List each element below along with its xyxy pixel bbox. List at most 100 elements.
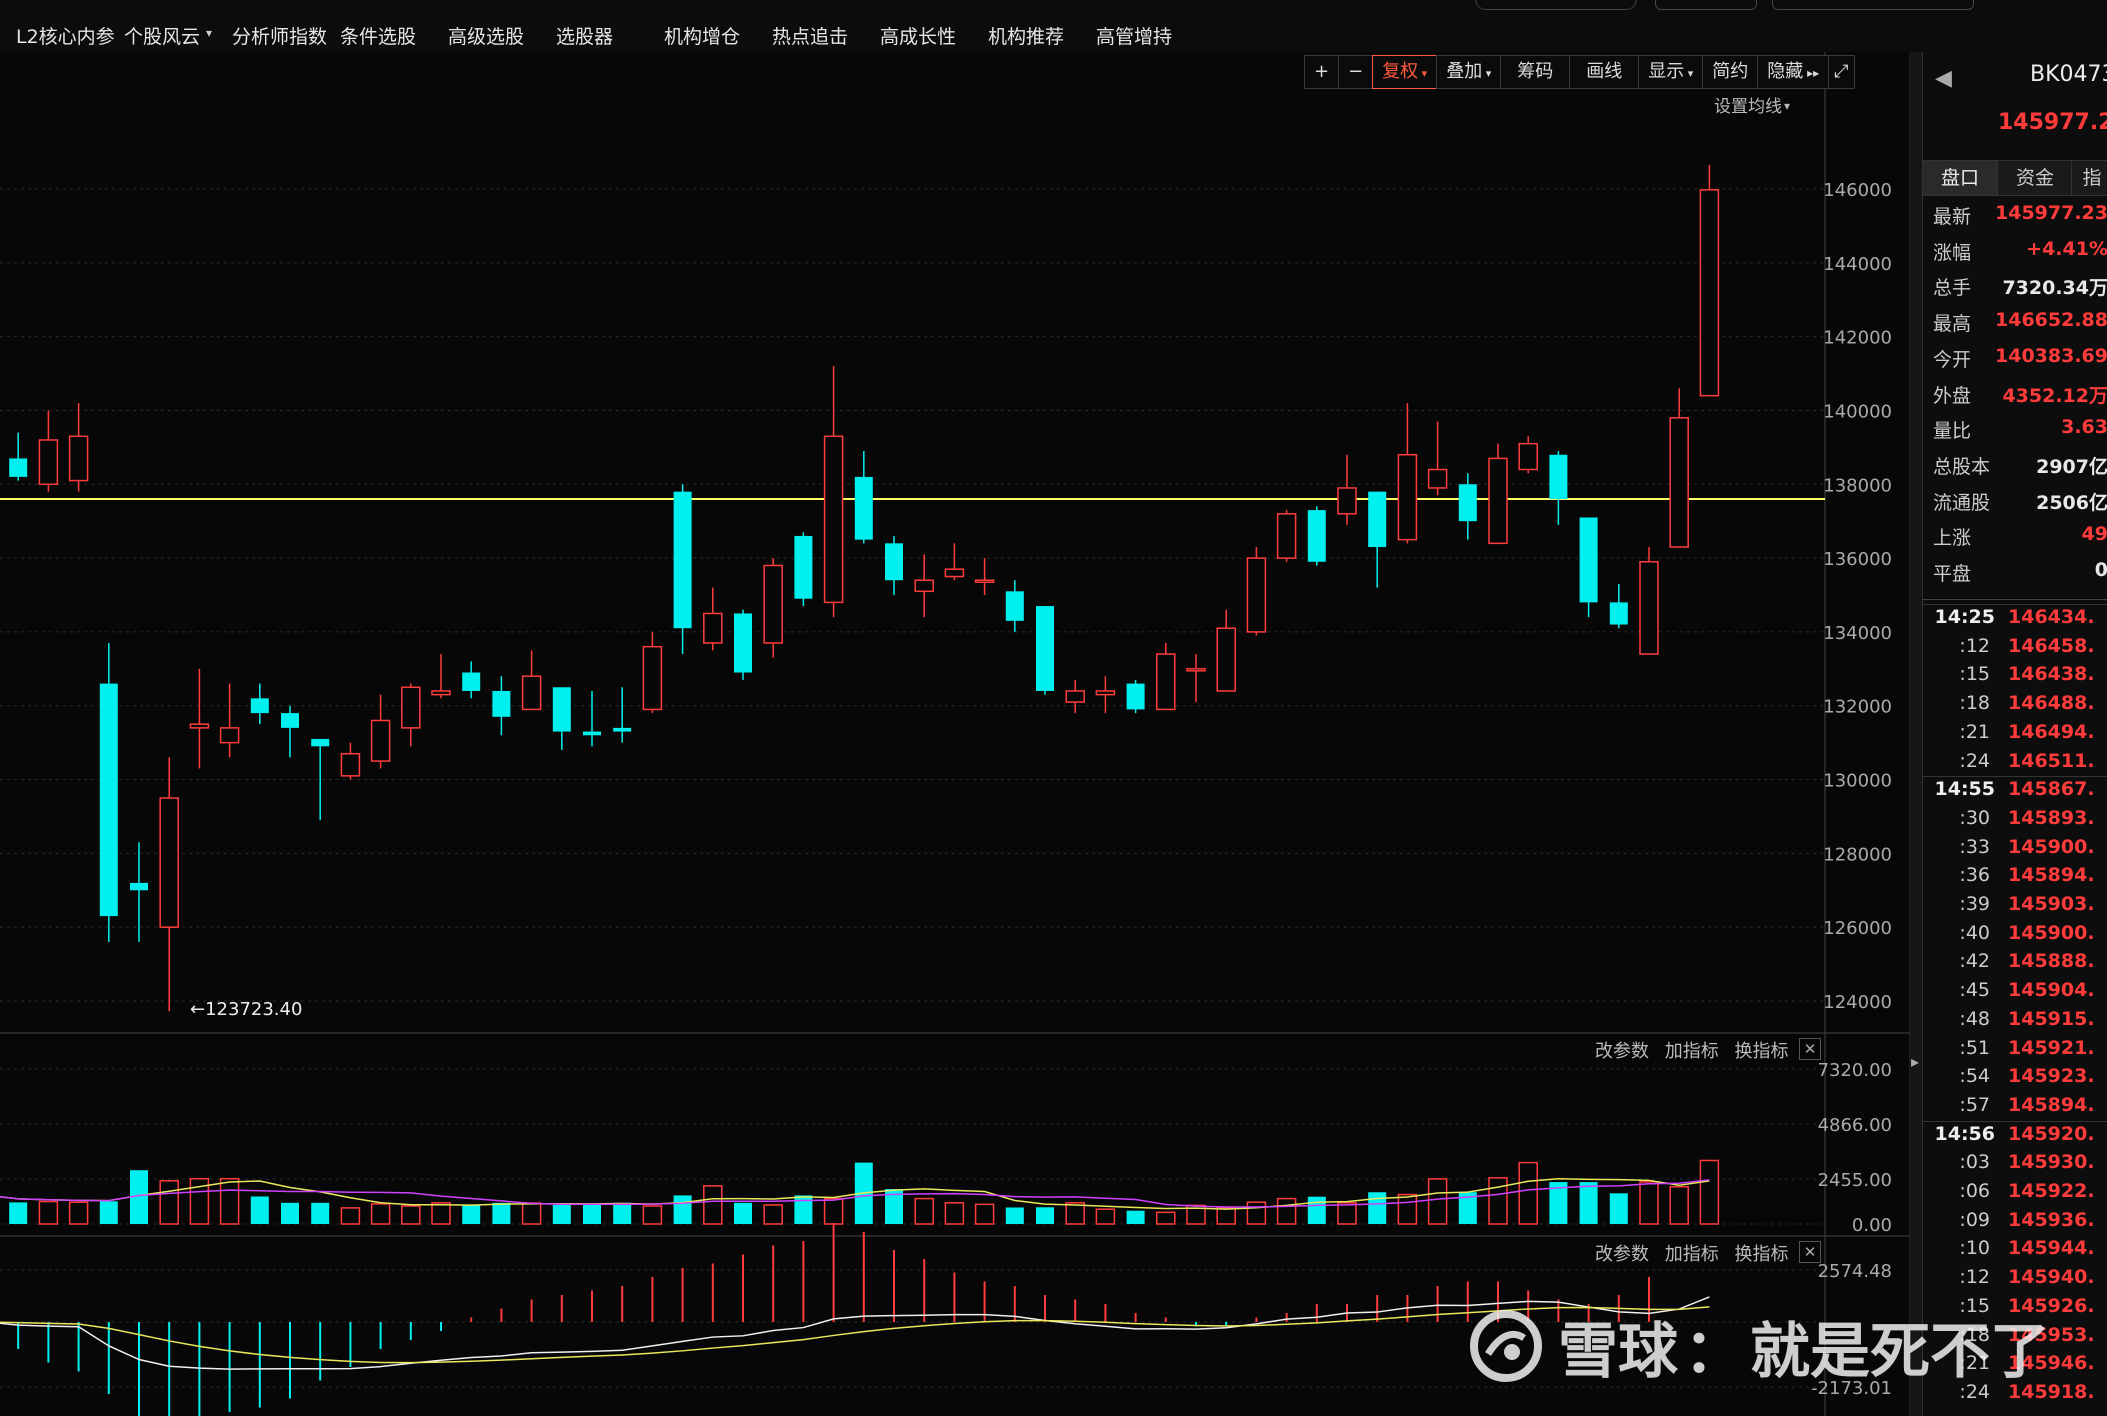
stat-label: 最高 [1933, 313, 1972, 336]
header-price: 145977.23 [1998, 110, 2107, 135]
tick-row[interactable]: :12 145940. [1923, 1266, 2107, 1294]
tick-row[interactable]: :30 145893. [1923, 807, 2107, 835]
tab-pankou[interactable]: 盘口 [1923, 161, 1997, 195]
simple-button[interactable]: 简约 [1702, 55, 1759, 89]
tick-row[interactable]: :12 146458. [1923, 635, 2107, 663]
tick-row[interactable]: :03 145930. [1923, 1151, 2107, 1179]
candle-body [1699, 189, 1720, 397]
candle-body [1427, 468, 1448, 489]
expand-icon[interactable]: ⤢ [1828, 55, 1855, 89]
tick-row[interactable]: :48 145915. [1923, 1008, 2107, 1036]
volume-bar [1488, 1177, 1508, 1225]
tick-row[interactable]: 14:25 146434. [1923, 604, 2107, 634]
volume-bar [823, 1197, 844, 1225]
tick-row[interactable]: :40 145900. [1923, 922, 2107, 950]
overlay-button[interactable]: 叠加 ▾ [1436, 55, 1502, 89]
hide-label: 隐藏 [1767, 61, 1804, 82]
add-indicator-link[interactable]: 加指标 [1665, 1244, 1719, 1265]
volume-bar [974, 1203, 995, 1225]
chips-button[interactable]: 筹码 [1500, 55, 1571, 89]
tick-row[interactable]: 14:55 145867. [1923, 776, 2107, 806]
price-tick-label: 128000 [1823, 844, 1892, 865]
candle-body [1518, 442, 1538, 471]
switch-indicator-link[interactable]: 换指标 [1734, 1041, 1788, 1062]
tick-row[interactable]: :42 145888. [1923, 950, 2107, 978]
tick-time: :12 [1959, 634, 1990, 657]
tick-row[interactable]: :09 145936. [1923, 1209, 2107, 1237]
tick-row[interactable]: :45 145904. [1923, 979, 2107, 1007]
candle-body [1549, 454, 1568, 500]
close-icon[interactable]: ✕ [1799, 1241, 1821, 1263]
tick-row[interactable]: :06 145922. [1923, 1180, 2107, 1208]
tick-row[interactable]: :33 145900. [1923, 836, 2107, 864]
tick-row[interactable]: :51 145921. [1923, 1037, 2107, 1065]
modify-params-link[interactable]: 改参数 [1595, 1041, 1649, 1062]
tick-time: :09 [1959, 1208, 1990, 1231]
volume-bar [1156, 1211, 1176, 1225]
volume-bar [1246, 1201, 1267, 1225]
volume-bar [431, 1202, 451, 1225]
tab-capital[interactable]: 资金 [1997, 161, 2072, 195]
chevron-down-icon[interactable]: ▾ [1784, 99, 1790, 113]
macd-dea-line [0, 1306, 1710, 1364]
volume-bar [1095, 1208, 1116, 1225]
tick-time: :21 [1959, 720, 1990, 743]
tick-row[interactable]: :21 146494. [1923, 721, 2107, 749]
zoom-in-button[interactable]: + [1304, 55, 1340, 89]
candle-body [492, 690, 511, 717]
chevron-down-icon: ▾ [1418, 67, 1428, 80]
candle-body [159, 797, 179, 928]
candle-body [1488, 457, 1508, 545]
zoom-out-button[interactable]: − [1338, 55, 1374, 89]
kline-chart-svg[interactable]: 146000 144000 142000 140000 138000 136000 1340… [0, 0, 1910, 1416]
stat-row: 流通股 2506亿 [1923, 488, 2107, 516]
candle-body [370, 719, 391, 762]
candle-body [1216, 627, 1236, 692]
side-panel-splitter[interactable]: ▸ [1910, 52, 1922, 1416]
tab-index[interactable]: 指 [2071, 161, 2107, 195]
candle-body [974, 579, 995, 583]
close-icon[interactable]: ✕ [1799, 1038, 1821, 1060]
modify-params-link[interactable]: 改参数 [1595, 1244, 1649, 1265]
volume-bar [944, 1202, 965, 1225]
candle-body [1639, 561, 1659, 655]
tick-row[interactable]: :24 146511. [1923, 750, 2107, 778]
add-indicator-link[interactable]: 加指标 [1665, 1041, 1719, 1062]
volume-bar [1427, 1178, 1448, 1225]
candle-body [250, 698, 269, 714]
volume-bar [1036, 1207, 1054, 1224]
tick-row[interactable]: :18 146488. [1923, 692, 2107, 720]
overlay-label: 叠加 [1446, 61, 1483, 82]
volume-bars [0, 1159, 1720, 1225]
tick-row[interactable]: :36 145894. [1923, 864, 2107, 892]
tick-price: 145920. [2008, 1122, 2095, 1145]
tick-row[interactable]: :15 146438. [1923, 663, 2107, 691]
tick-row[interactable]: 14:56 145920. [1923, 1120, 2107, 1151]
stat-label: 外盘 [1933, 384, 1972, 407]
display-button[interactable]: 显示 ▾ [1638, 55, 1704, 89]
candle-body [944, 568, 965, 578]
tick-price: 145921. [2008, 1036, 2095, 1059]
draw-line-button[interactable]: 画线 [1569, 55, 1640, 89]
tick-row[interactable]: :10 145944. [1923, 1237, 2107, 1265]
volume-bar [492, 1202, 511, 1224]
macd-tick-label: 2574.48 [1818, 1261, 1892, 1282]
volume-bar [1669, 1185, 1689, 1225]
stat-label: 最新 [1933, 206, 1972, 228]
candle-body [1095, 690, 1116, 696]
tick-row[interactable]: :39 145903. [1923, 893, 2107, 921]
tick-row[interactable]: :54 145923. [1923, 1065, 2107, 1093]
volume-bar [68, 1201, 89, 1225]
switch-indicator-link[interactable]: 换指标 [1734, 1244, 1788, 1265]
hide-button[interactable]: 隐藏 ▸▸ [1757, 55, 1830, 89]
tick-price: 145900. [2008, 835, 2095, 858]
tick-price: 145923. [2008, 1065, 2095, 1088]
tick-row[interactable]: :57 145894. [1923, 1094, 2107, 1122]
candle-body [1307, 510, 1326, 562]
back-arrow-icon[interactable]: ◀ [1935, 66, 1952, 91]
stat-value: 2907亿 [2036, 455, 2107, 478]
collapse-right-icon[interactable]: ▸ [1911, 1052, 1919, 1071]
adjust-button[interactable]: 复权 ▾ [1372, 55, 1438, 89]
chart-toolbar: + − 复权 ▾ 叠加 ▾ 筹码 画线 显示 ▾ 简约 隐藏 ▸▸ ⤢ [1304, 55, 1855, 89]
ma-setting-link[interactable]: 设置均线 [1714, 97, 1782, 117]
